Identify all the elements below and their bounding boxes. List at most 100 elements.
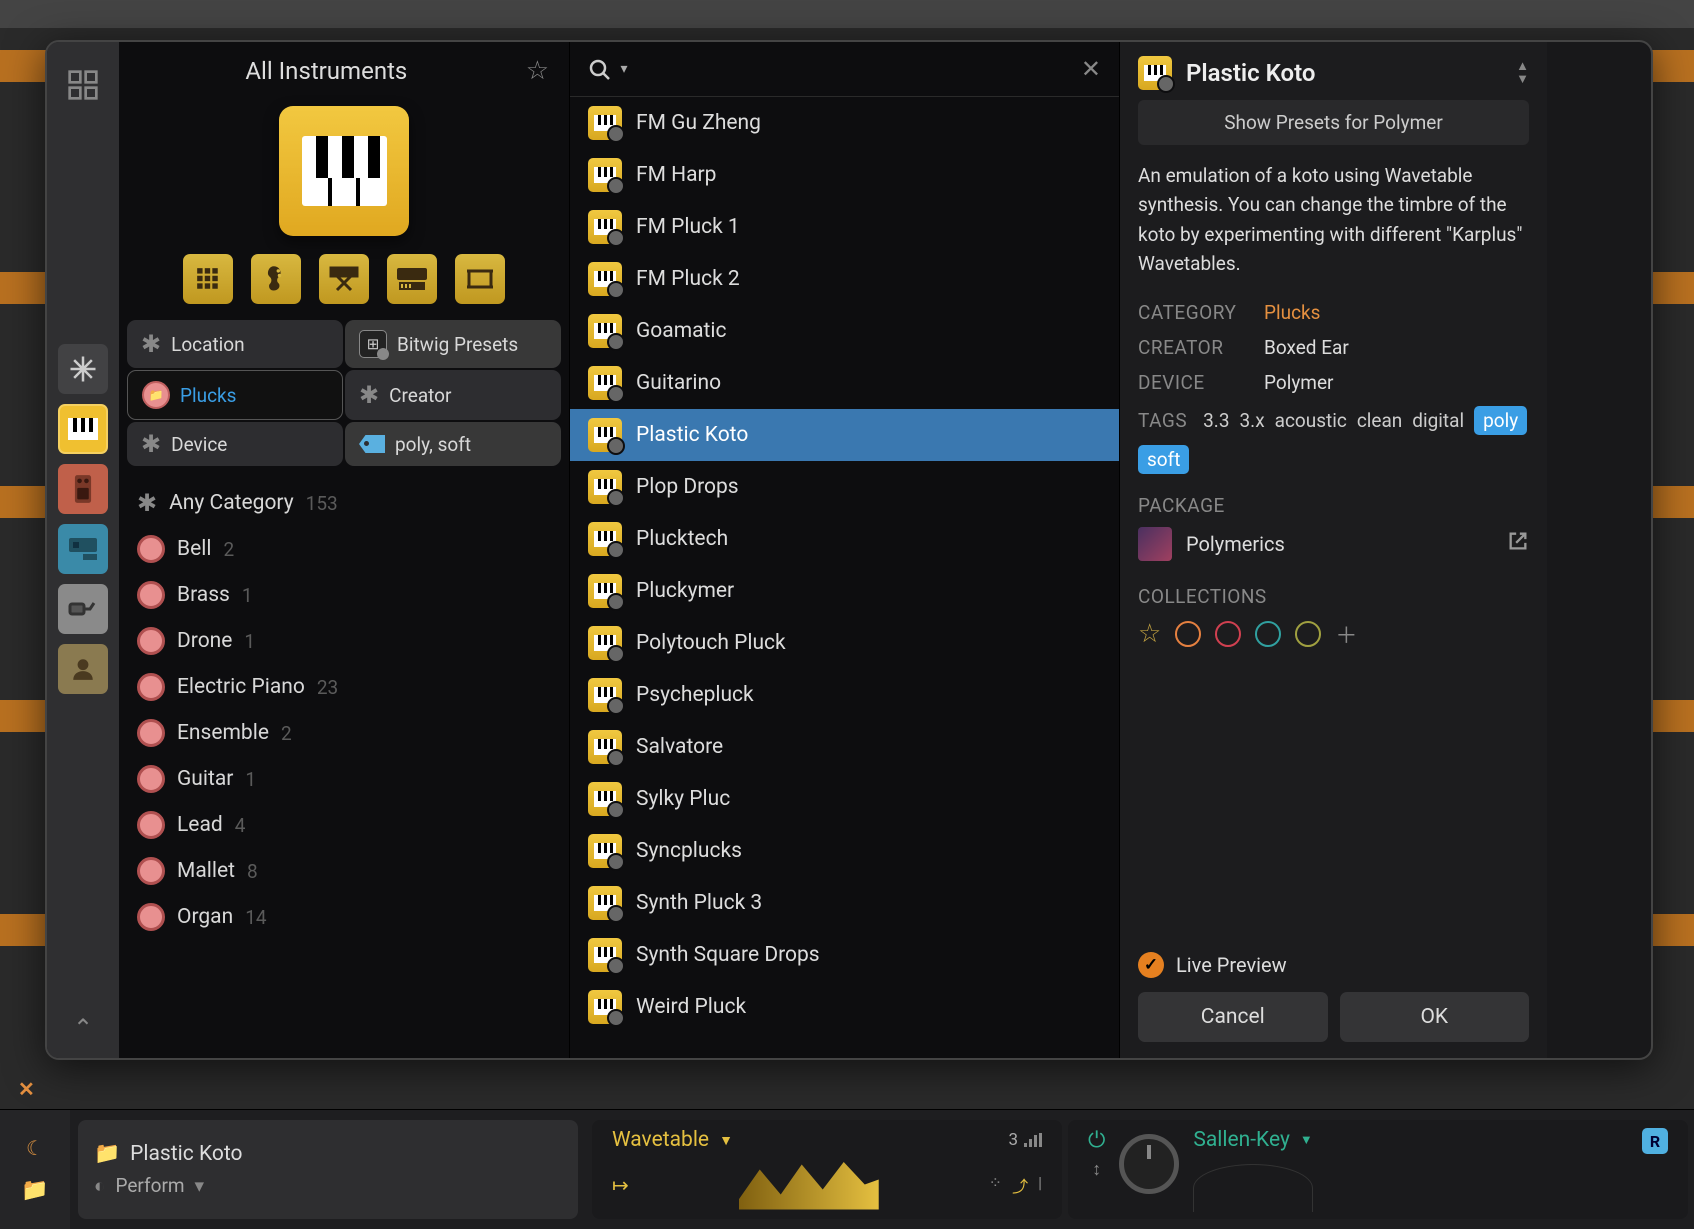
category-row[interactable]: Mallet8 [127, 848, 561, 894]
instruments-tab-icon[interactable] [58, 404, 108, 454]
preset-description: An emulation of a koto using Wavetable s… [1138, 161, 1529, 279]
keyboard-stand-icon[interactable] [319, 254, 369, 304]
close-icon[interactable]: ✕ [18, 1077, 35, 1101]
collection-star-icon[interactable]: ☆ [1138, 619, 1161, 649]
show-presets-button[interactable]: Show Presets for Polymer [1138, 100, 1529, 145]
tag[interactable]: 3.3 [1203, 409, 1229, 432]
phase-icon[interactable]: ⤴ [1012, 1173, 1028, 1197]
preset-row[interactable]: FM Pluck 2 [570, 253, 1119, 305]
search-icon[interactable] [588, 54, 625, 84]
detail-creator[interactable]: Boxed Ear [1264, 336, 1349, 359]
category-row[interactable]: Organ14 [127, 894, 561, 940]
preset-icon [588, 314, 622, 348]
filter-cutoff-knob[interactable] [1119, 1134, 1179, 1194]
filter-section[interactable]: ⏻ ↕ Sallen-Key ▼ R [1068, 1120, 1688, 1219]
tag[interactable]: clean [1357, 409, 1402, 432]
category-row[interactable]: Electric Piano23 [127, 664, 561, 710]
preset-nav-arrows[interactable]: ▲▼ [1516, 60, 1529, 86]
preset-list[interactable]: FM Gu ZhengFM HarpFM Pluck 1FM Pluck 2Go… [570, 97, 1119, 1058]
tag[interactable]: digital [1412, 409, 1464, 432]
preset-row[interactable]: Weird Pluck [570, 981, 1119, 1033]
preset-row[interactable]: Pluckymer [570, 565, 1119, 617]
preset-row[interactable]: Polytouch Pluck [570, 617, 1119, 669]
preset-row[interactable]: Sylky Pluc [570, 773, 1119, 825]
note-fx-tab-icon[interactable] [58, 524, 108, 574]
category-row[interactable]: Guitar1 [127, 756, 561, 802]
preset-row[interactable]: FM Pluck 1 [570, 201, 1119, 253]
preset-icon [588, 990, 622, 1024]
preset-row[interactable]: FM Gu Zheng [570, 97, 1119, 149]
grid-view-icon[interactable] [58, 60, 108, 110]
external-link-icon[interactable] [1507, 530, 1529, 557]
category-row[interactable]: Lead4 [127, 802, 561, 848]
dropdown-icon[interactable]: ▼ [1300, 1132, 1313, 1148]
cancel-button[interactable]: Cancel [1138, 992, 1328, 1042]
preset-row[interactable]: Synth Pluck 3 [570, 877, 1119, 929]
filter-location[interactable]: ✱Location [127, 320, 343, 368]
sub-icon[interactable]: ↦ [612, 1173, 629, 1197]
preset-row[interactable]: Goamatic [570, 305, 1119, 357]
drum-machine-icon[interactable] [183, 254, 233, 304]
device-preset-header[interactable]: 📁Plastic Koto ◐Perform▾ [78, 1120, 578, 1219]
preset-row[interactable]: Plop Drops [570, 461, 1119, 513]
category-row[interactable]: Drone1 [127, 618, 561, 664]
preset-row[interactable]: Plastic Koto [570, 409, 1119, 461]
audio-fx-tab-icon[interactable] [58, 464, 108, 514]
modulators-tab-icon[interactable] [58, 584, 108, 634]
collection-olive[interactable] [1295, 621, 1321, 647]
filter-type[interactable]: Sallen-Key [1193, 1128, 1290, 1152]
preset-icon [588, 210, 622, 244]
filter-creator[interactable]: ✱Creator [345, 370, 561, 420]
preset-row[interactable]: Psychepluck [570, 669, 1119, 721]
unison-icon[interactable]: ⁘ [989, 1173, 1002, 1197]
synth-icon[interactable] [387, 254, 437, 304]
tag[interactable]: acoustic [1275, 409, 1347, 432]
tag[interactable]: 3.x [1240, 409, 1265, 432]
collection-red[interactable] [1215, 621, 1241, 647]
preset-row[interactable]: Plucktech [570, 513, 1119, 565]
oscillator-type[interactable]: Wavetable [612, 1128, 709, 1152]
oscillator-section[interactable]: Wavetable ▼ 3 ↦ ⁘ ⤴ | [592, 1120, 1062, 1219]
remote-controls-badge[interactable]: R [1642, 1128, 1668, 1154]
everything-tab-icon[interactable] [58, 344, 108, 394]
preset-row[interactable]: Synth Square Drops [570, 929, 1119, 981]
detail-device[interactable]: Polymer [1264, 371, 1334, 394]
detail-category[interactable]: Plucks [1264, 301, 1320, 324]
preset-row[interactable]: Syncplucks [570, 825, 1119, 877]
filter-display[interactable] [1193, 1164, 1313, 1212]
moon-icon[interactable]: ☾ [26, 1136, 44, 1160]
preset-column: ✕ FM Gu ZhengFM HarpFM Pluck 1FM Pluck 2… [569, 42, 1119, 1058]
category-row[interactable]: Brass1 [127, 572, 561, 618]
tag-highlighted[interactable]: poly [1474, 406, 1527, 435]
package-name[interactable]: Polymerics [1186, 532, 1493, 556]
add-collection-icon[interactable]: ＋ [1335, 618, 1357, 650]
filter-tags[interactable]: poly, soft [345, 422, 561, 466]
preset-row[interactable]: FM Harp [570, 149, 1119, 201]
category-row[interactable]: Bell2 [127, 526, 561, 572]
favorite-star-icon[interactable]: ☆ [526, 56, 549, 86]
preset-row[interactable]: Guitarino [570, 357, 1119, 409]
filter-bitwig-presets[interactable]: ⊞Bitwig Presets [345, 320, 561, 368]
presets-tab-icon[interactable] [58, 644, 108, 694]
preset-row[interactable]: Salvatore [570, 721, 1119, 773]
collection-orange[interactable] [1175, 621, 1201, 647]
clear-search-icon[interactable]: ✕ [1081, 55, 1101, 83]
any-category-row[interactable]: ✱ Any Category 153 [127, 480, 561, 526]
mono-icon[interactable]: | [1038, 1173, 1042, 1197]
power-icon[interactable]: ⏻ [1088, 1128, 1105, 1153]
sampler-icon[interactable] [455, 254, 505, 304]
category-row[interactable]: Ensemble2 [127, 710, 561, 756]
wavetable-display[interactable] [739, 1160, 879, 1210]
category-folder-icon [137, 673, 165, 701]
collapse-chevron-icon[interactable]: ⌃ [73, 1014, 93, 1042]
live-preview-checkbox[interactable]: ✓ [1138, 952, 1164, 978]
filter-device[interactable]: ✱Device [127, 422, 343, 466]
dropdown-icon[interactable]: ▼ [719, 1132, 733, 1149]
ok-button[interactable]: OK [1340, 992, 1530, 1042]
arrows-icon[interactable]: ↕ [1092, 1159, 1101, 1180]
filter-category-plucks[interactable]: 📁Plucks [127, 370, 343, 420]
folder-icon[interactable]: 📁 [21, 1178, 48, 1203]
bass-icon[interactable] [251, 254, 301, 304]
tag-highlighted[interactable]: soft [1138, 445, 1189, 474]
collection-teal[interactable] [1255, 621, 1281, 647]
